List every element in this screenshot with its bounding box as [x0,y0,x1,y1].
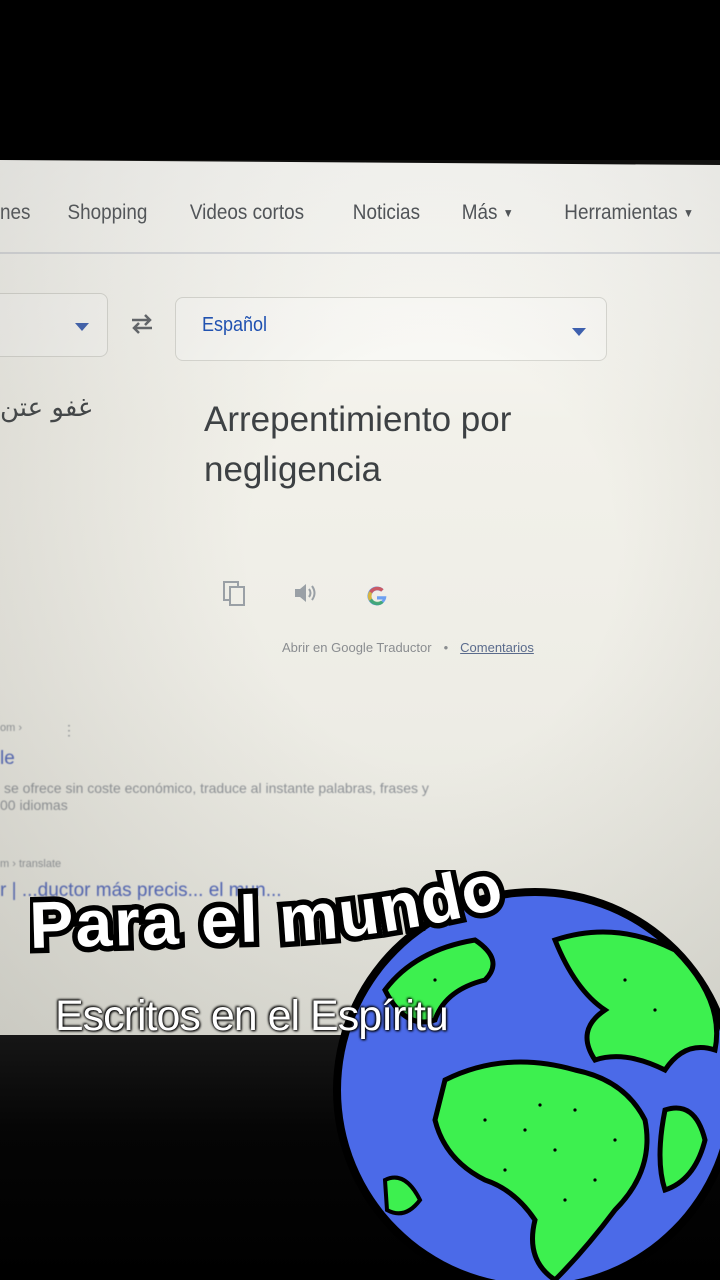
result-1-snippet-line-1: se ofrece sin coste económico, traduce a… [4,780,429,796]
separator-dot: • [443,640,449,655]
nav-tools-label: Herramientas [564,201,678,224]
chevron-down-icon [572,328,586,336]
swap-languages-icon[interactable] [128,312,156,336]
translator-footer: Abrir en Google Traductor • Comentarios [282,640,534,655]
more-options-icon[interactable]: ⋮ [62,722,76,739]
target-language-label: Español [202,314,268,336]
nav-divider [0,252,720,254]
chevron-down-icon [75,323,89,331]
overlay-subtitle: Escritos en el Espíritu [55,992,449,1040]
source-text: غفو عتن [0,393,92,423]
chevron-down-icon: ▼ [502,206,514,221]
target-language-select[interactable]: Español [175,297,607,361]
google-g-icon[interactable] [364,583,390,614]
result-2-url: m › translate [0,858,62,870]
chevron-down-icon: ▼ [683,206,694,221]
nav-tab-news[interactable]: Noticias [353,201,420,225]
search-nav-bar: nes Shopping Videos cortos Noticias Más ▼… [0,195,694,235]
result-1-snippet-line-2: 00 idiomas [0,797,68,813]
nav-tab-shopping[interactable]: Shopping [68,201,148,225]
translated-text: Arrepentimiento por negligencia [204,400,512,489]
svg-text:Para el mundo: Para el mundo [30,870,511,962]
overlay-title: Para el mundo [23,842,630,967]
feedback-link[interactable]: Comentarios [460,640,534,655]
nav-tab-more[interactable]: Más ▼ [462,201,514,225]
copy-icon[interactable] [222,580,248,613]
source-language-select[interactable] [0,293,108,357]
speaker-icon[interactable] [292,580,320,611]
nav-tab-tools[interactable]: Herramientas ▼ [564,201,694,225]
nav-tab-short-videos[interactable]: Videos cortos [190,201,304,225]
overlay-title-text: Para el mundo [23,842,515,967]
nav-tab-images[interactable]: nes [0,201,30,225]
result-1-title[interactable]: le [0,748,15,770]
open-translator-link[interactable]: Abrir en Google Traductor [282,640,432,655]
video-frame: nes Shopping Videos cortos Noticias Más ▼… [0,0,720,1280]
nav-more-label: Más [461,201,498,224]
result-1-url: om › [0,722,22,734]
